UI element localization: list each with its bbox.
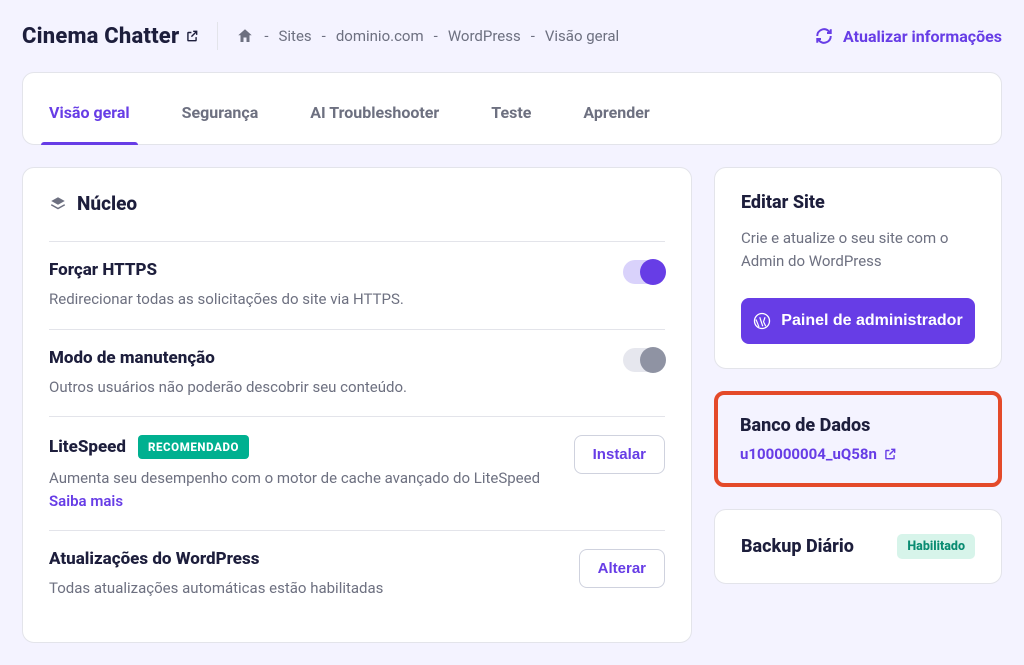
force-https-title: Forçar HTTPS	[49, 260, 157, 280]
edit-site-card: Editar Site Crie e atualize o seu site c…	[714, 167, 1002, 369]
database-card: Banco de Dados u100000004_uQ58n	[714, 391, 1002, 487]
refresh-icon	[815, 27, 833, 45]
litespeed-title: LiteSpeed	[49, 437, 126, 457]
backup-card: Backup Diário Habilitado	[714, 509, 1002, 584]
crumb-overview: Visão geral	[545, 27, 619, 45]
wp-updates-title: Atualizações do WordPress	[49, 549, 259, 569]
admin-panel-label: Painel de administrador	[781, 312, 962, 330]
maintenance-desc: Outros usuários não poderão descobrir se…	[49, 376, 605, 399]
crumb-wordpress: WordPress	[448, 27, 521, 45]
backup-status-badge: Habilitado	[897, 534, 975, 559]
refresh-label: Atualizar informações	[843, 27, 1002, 46]
tab-ai-troubleshooter[interactable]: AI Troubleshooter	[284, 91, 465, 144]
admin-panel-button[interactable]: Painel de administrador	[741, 298, 975, 344]
litespeed-learn-more-link[interactable]: Saiba mais	[49, 492, 123, 510]
external-link-icon	[883, 447, 897, 461]
home-icon	[236, 27, 254, 45]
tab-test[interactable]: Teste	[465, 91, 557, 144]
setting-force-https: Forçar HTTPS Redirecionar todas as solic…	[49, 241, 665, 329]
external-link-icon	[185, 29, 199, 43]
core-card: Núcleo Forçar HTTPS Redirecionar todas a…	[22, 167, 692, 643]
database-link[interactable]: u100000004_uQ58n	[740, 445, 897, 463]
layers-icon	[49, 195, 67, 213]
litespeed-install-button[interactable]: Instalar	[574, 435, 665, 474]
core-heading: Núcleo	[77, 192, 137, 215]
tab-overview[interactable]: Visão geral	[23, 91, 156, 144]
litespeed-badge: RECOMENDADO	[138, 435, 249, 459]
wp-updates-change-button[interactable]: Alterar	[579, 549, 665, 588]
maintenance-toggle[interactable]	[623, 348, 665, 372]
tab-learn[interactable]: Aprender	[557, 91, 675, 144]
database-heading: Banco de Dados	[740, 415, 976, 436]
divider	[217, 22, 218, 50]
refresh-button[interactable]: Atualizar informações	[815, 27, 1002, 46]
crumb-sites: Sites	[279, 27, 312, 45]
edit-site-desc: Crie e atualize o seu site com o Admin d…	[741, 227, 975, 274]
setting-wp-updates: Atualizações do WordPress Todas atualiza…	[49, 530, 665, 618]
crumb-domain: dominio.com	[336, 27, 424, 45]
setting-maintenance: Modo de manutenção Outros usuários não p…	[49, 329, 665, 417]
force-https-desc: Redirecionar todas as solicitações do si…	[49, 288, 605, 311]
site-title-text: Cinema Chatter	[22, 24, 179, 49]
edit-site-heading: Editar Site	[741, 192, 975, 213]
force-https-toggle[interactable]	[623, 260, 665, 284]
wordpress-icon	[753, 312, 771, 330]
setting-litespeed: LiteSpeed RECOMENDADO Aumenta seu desemp…	[49, 416, 665, 530]
tabs: Visão geral Segurança AI Troubleshooter …	[22, 72, 1002, 145]
wp-updates-desc: Todas atualizações automáticas estão hab…	[49, 577, 561, 600]
litespeed-desc: Aumenta seu desempenho com o motor de ca…	[49, 469, 540, 487]
backup-heading: Backup Diário	[741, 536, 854, 557]
tab-security[interactable]: Segurança	[156, 91, 285, 144]
maintenance-title: Modo de manutenção	[49, 348, 215, 368]
breadcrumb[interactable]: - Sites - dominio.com - WordPress - Visã…	[236, 27, 619, 45]
site-title[interactable]: Cinema Chatter	[22, 24, 199, 49]
database-name: u100000004_uQ58n	[740, 445, 877, 463]
